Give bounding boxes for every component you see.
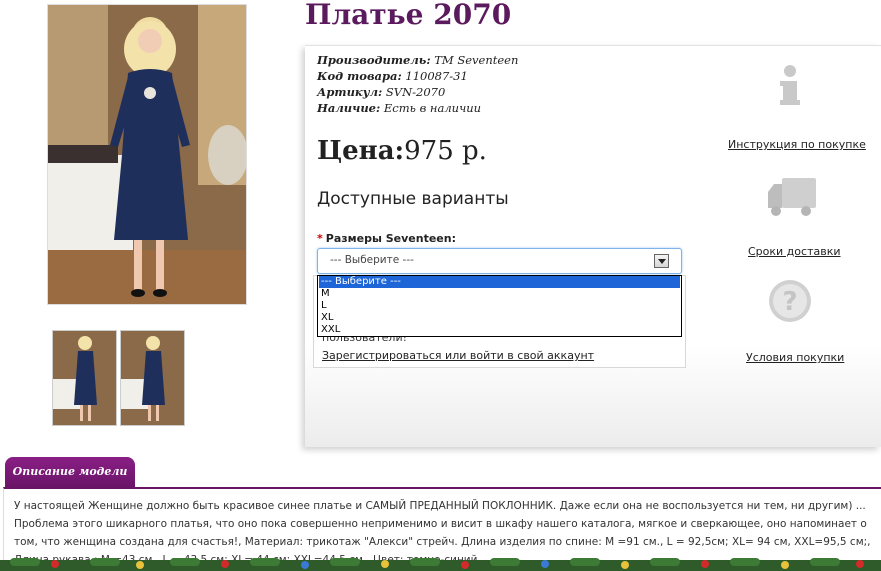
size-option[interactable]: L [319,300,680,312]
product-code-label: Код товара: [317,69,402,83]
delivery-terms-link[interactable]: Сроки доставки [748,245,841,258]
price-value: 975 р. [404,136,487,166]
product-thumbnail[interactable] [120,330,185,426]
login-register-link[interactable]: Зарегистрироваться или войти в свой акка… [322,349,594,362]
product-code-value: 110087-31 [405,69,468,83]
svg-text:?: ? [782,287,797,317]
size-dropdown-list[interactable]: --- Выберите --- M L XL XXL [317,275,682,337]
purchase-instruction-link[interactable]: Инструкция по покупке [728,138,866,151]
required-mark: * [317,232,323,245]
size-option[interactable]: --- Выберите --- [319,276,680,288]
price: Цена:975 р. [317,136,487,166]
size-select-value: --- Выберите --- [330,254,414,266]
size-select-label-text: Размеры Seventeen: [325,232,456,245]
info-icon [775,64,805,112]
page-title: Платье 2070 [305,0,512,31]
sku-label: Артикул: [317,85,383,99]
sku-line: Артикул: SVN-2070 [317,85,445,99]
size-select[interactable]: --- Выберите --- [317,248,682,274]
size-option[interactable]: M [319,288,680,300]
question-icon: ? [768,279,812,327]
stock-value: Есть в наличии [383,101,482,115]
manufacturer-label: Производитель: [317,53,431,67]
product-thumbnail[interactable] [52,330,117,426]
product-main-photo[interactable] [47,4,247,305]
variants-heading: Доступные варианты [317,189,509,209]
delivery-truck-icon [766,174,818,222]
garland-decoration [0,556,881,571]
manufacturer-value: TM Seventeen [434,53,519,67]
chevron-down-icon[interactable] [654,254,669,268]
purchase-terms-link[interactable]: Условия покупки [746,351,844,364]
tab-description[interactable]: Описание модели [5,457,135,487]
product-code-line: Код товара: 110087-31 [317,69,468,83]
sku-value: SVN-2070 [385,85,446,99]
tab-description-label: Описание модели [12,465,128,478]
size-option[interactable]: XL [319,312,680,324]
stock-line: Наличие: Есть в наличии [317,101,481,115]
size-select-label: * Размеры Seventeen: [317,232,456,245]
stock-label: Наличие: [317,101,381,115]
manufacturer-line: Производитель: TM Seventeen [317,53,518,67]
size-option[interactable]: XXL [319,324,680,336]
price-label: Цена: [317,136,405,166]
